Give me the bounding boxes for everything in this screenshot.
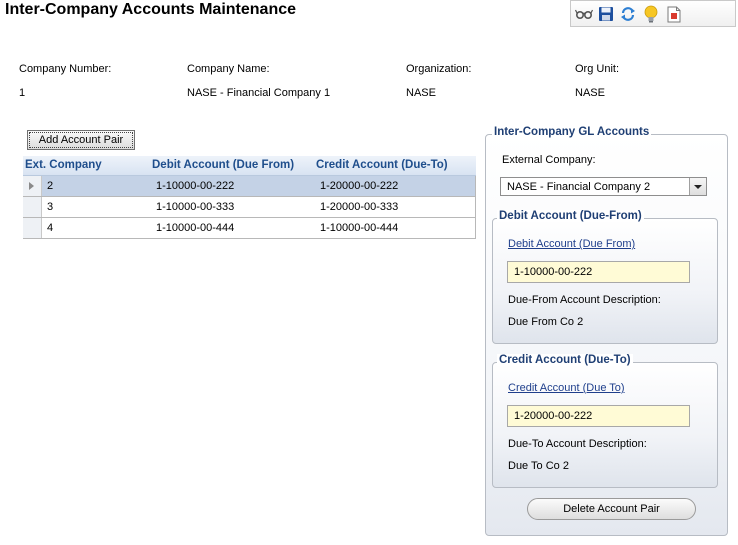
- lightbulb-icon[interactable]: [642, 5, 660, 23]
- dropdown-button[interactable]: [689, 178, 706, 195]
- due-to-description-value: Due To Co 2: [508, 460, 569, 472]
- external-company-selected-value: NASE - Financial Company 2: [507, 181, 651, 193]
- page-title: Inter-Company Accounts Maintenance: [5, 1, 297, 18]
- org-unit-value: NASE: [575, 87, 605, 99]
- gl-accounts-panel-title: Inter-Company GL Accounts: [492, 126, 652, 138]
- account-pairs-grid: Ext. Company Debit Account (Due From) Cr…: [23, 156, 476, 239]
- cell-credit-account: 1-20000-00-333: [320, 201, 399, 213]
- company-name-label: Company Name:: [187, 63, 270, 75]
- row-selector[interactable]: [23, 197, 42, 217]
- cell-ext-company: 3: [47, 201, 54, 213]
- external-company-label: External Company:: [502, 154, 596, 166]
- report-icon[interactable]: [665, 5, 683, 23]
- refresh-icon[interactable]: [619, 5, 637, 23]
- column-header-debit-account[interactable]: Debit Account (Due From): [152, 159, 294, 171]
- organization-label: Organization:: [406, 63, 472, 75]
- organization-value: NASE: [406, 87, 436, 99]
- grid-header: Ext. Company Debit Account (Due From) Cr…: [23, 156, 476, 176]
- column-header-credit-account[interactable]: Credit Account (Due-To): [316, 159, 448, 171]
- debit-account-lookup-link[interactable]: Debit Account (Due From): [508, 238, 635, 250]
- glasses-icon[interactable]: [575, 5, 593, 23]
- external-company-select[interactable]: NASE - Financial Company 2: [500, 177, 707, 196]
- credit-account-lookup-link[interactable]: Credit Account (Due To): [508, 382, 625, 394]
- row-indicator-icon: [29, 182, 34, 190]
- company-number-value: 1: [19, 87, 26, 99]
- cell-debit-account: 1-10000-00-222: [156, 180, 235, 192]
- row-selector[interactable]: [23, 176, 42, 196]
- org-unit-label: Org Unit:: [575, 63, 620, 75]
- table-row[interactable]: 4 1-10000-00-444 1-10000-00-444: [23, 218, 476, 239]
- cell-debit-account: 1-10000-00-333: [156, 201, 235, 213]
- cell-ext-company: 2: [47, 180, 54, 192]
- debit-account-group-title: Debit Account (Due-From): [497, 210, 644, 222]
- delete-account-pair-button[interactable]: Delete Account Pair: [527, 498, 696, 520]
- row-selector[interactable]: [23, 218, 42, 238]
- table-row[interactable]: 2 1-10000-00-222 1-20000-00-222: [23, 176, 476, 197]
- credit-account-field[interactable]: [507, 405, 690, 427]
- cell-credit-account: 1-20000-00-222: [320, 180, 399, 192]
- add-account-pair-button[interactable]: Add Account Pair: [27, 130, 135, 150]
- cell-credit-account: 1-10000-00-444: [320, 222, 399, 234]
- column-header-ext-company[interactable]: Ext. Company: [25, 159, 102, 171]
- table-row[interactable]: 3 1-10000-00-333 1-20000-00-333: [23, 197, 476, 218]
- cell-ext-company: 4: [47, 222, 54, 234]
- due-from-description-value: Due From Co 2: [508, 316, 584, 328]
- debit-account-field[interactable]: [507, 261, 690, 283]
- toolbar: [570, 0, 736, 27]
- due-to-description-label: Due-To Account Description:: [508, 438, 647, 450]
- credit-account-group-title: Credit Account (Due-To): [497, 354, 633, 366]
- due-from-description-label: Due-From Account Description:: [508, 294, 661, 306]
- save-icon[interactable]: [597, 5, 615, 23]
- cell-debit-account: 1-10000-00-444: [156, 222, 235, 234]
- company-number-label: Company Number:: [19, 63, 112, 75]
- company-name-value: NASE - Financial Company 1: [187, 87, 331, 99]
- chevron-down-icon: [694, 185, 702, 189]
